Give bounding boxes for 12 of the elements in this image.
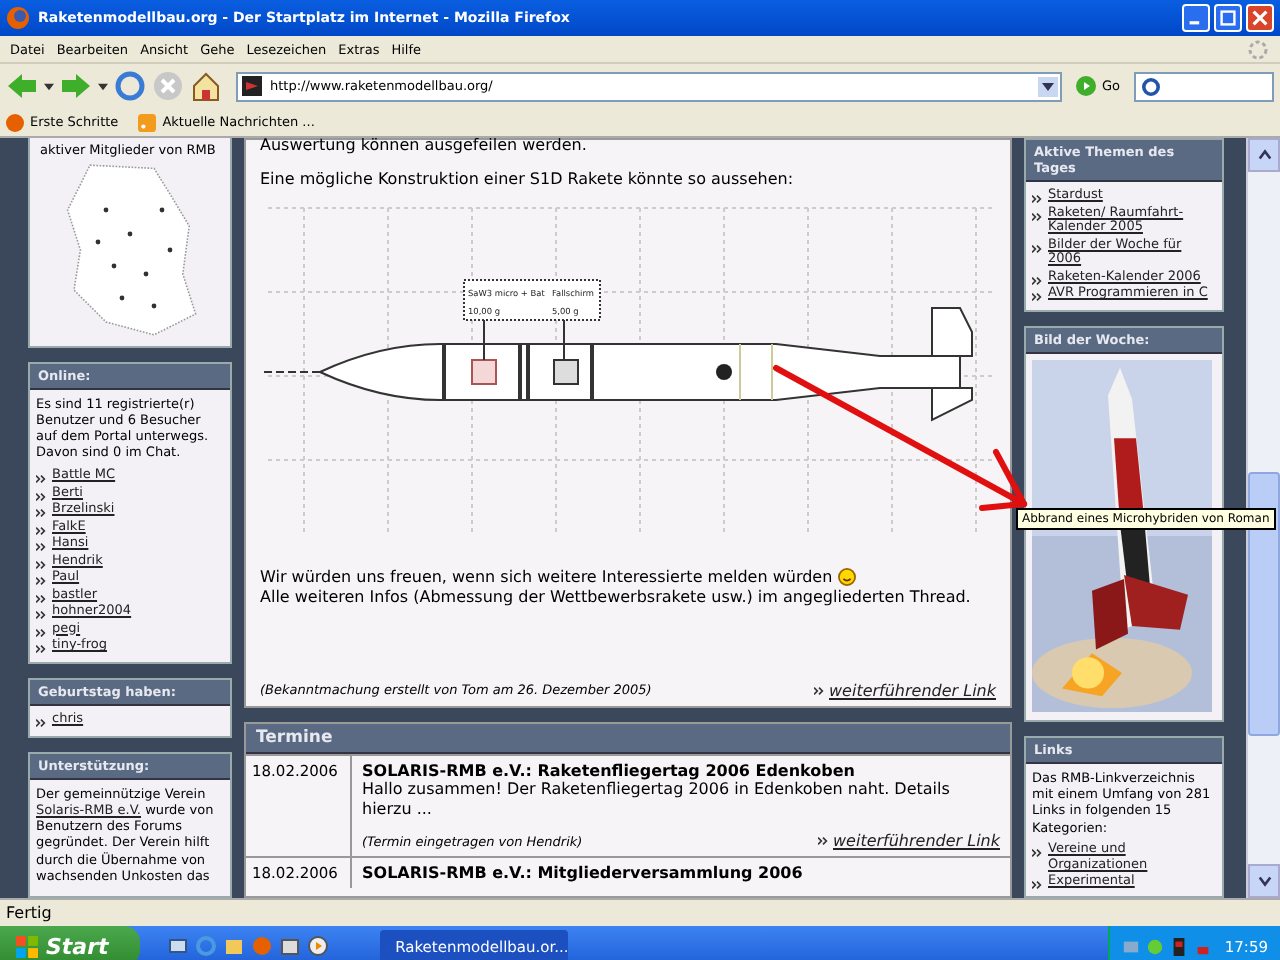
body-text: Auswertung können ausgefeilen werden.	[260, 138, 589, 157]
event-text: Hallo zusammen! Der Raketenfliegertag 2006 in Edenkoben naht. Details hierzu ...	[362, 779, 952, 821]
event-title[interactable]: SOLARIS-RMB e.V.: Mitgliederversammlung 2006	[362, 864, 803, 883]
start-button[interactable]: Start	[0, 926, 141, 960]
body-text: Eine mögliche Konstruktion einer S1D Rakete könnte so aussehen:	[260, 170, 796, 192]
body-text: Wir würden uns freuen, wenn sich weitere Interessierte melden würden	[260, 567, 996, 589]
event-title[interactable]: SOLARIS-RMB e.V.: Raketenfliegertag 2006 Edenkoben	[362, 761, 855, 780]
more-link[interactable]: weiterführender Link	[829, 681, 996, 700]
body-text: Alle weiteren Infos (Abmessung der Wettbewerbsrakete usw.) im angegliederten Thread.	[260, 588, 973, 610]
status-text: Fertig	[6, 904, 52, 922]
box-header: Termine	[246, 723, 1010, 754]
more-link[interactable]: weiterführender Link	[833, 832, 1000, 851]
